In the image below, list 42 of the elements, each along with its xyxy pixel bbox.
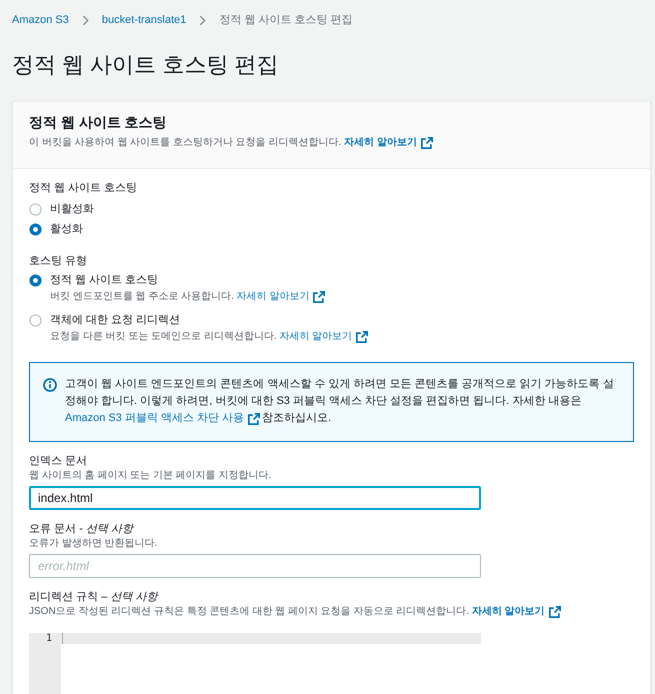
panel-description: 이 버킷을 사용하여 웹 사이트를 호스팅하거나 요청을 리디렉션합니다. 자세히 알아보기 [29,135,433,151]
field-label: 정적 웹 사이트 호스팅 [29,181,138,196]
page-title: 정적 웹 사이트 호스팅 편집 [12,51,278,79]
learn-more-link[interactable]: 자세히 알아보기 [472,605,561,619]
field-label: 리디렉션 규칙 – 선택 사항 [29,590,158,605]
learn-more-link[interactable]: 자세히 알아보기 [236,289,326,305]
text-input[interactable]: index.html [29,486,481,510]
external-link-icon [548,606,561,618]
field-label: 호스팅 유형 [29,254,88,269]
breadcrumb-link[interactable]: bucket-translate1 [102,11,186,29]
panel-title: 정적 웹 사이트 호스팅 [29,113,167,132]
breadcrumb-link[interactable]: Amazon S3 [12,11,69,29]
code-editor[interactable]: 1 [29,633,481,694]
external-link-icon [420,137,433,149]
external-link-icon [356,331,368,343]
field-description: JSON으로 작성된 리디렉션 규칙은 특정 콘텐츠에 대한 웹 페이지 요청을 자동으로 리디렉션합니다. 자세히 알아보기 [29,605,561,619]
external-link-icon [248,412,260,424]
option-description: 버킷 엔드포인트를 웹 주소로 사용합니다. 자세히 알아보기 [50,289,326,305]
radio-label[interactable]: 정적 웹 사이트 호스팅 [50,271,158,289]
info-icon [43,378,57,392]
breadcrumb-current: 정적 웹 사이트 호스팅 편집 [219,13,352,28]
chevron-right-icon [82,14,89,26]
field-description: 오류가 발생하면 반환됩니다. [29,537,158,551]
radio-label[interactable]: 객체에 대한 요청 리디렉션 [50,311,180,329]
field-label: 인덱스 문서 [29,454,88,469]
text-input[interactable]: error.html [29,554,481,578]
field-description: 웹 사이트의 홈 페이지 또는 기본 페이지를 지정합니다. [29,469,272,483]
line-number: 1 [46,633,52,644]
field-label: 오류 문서 - 선택 사항 [29,522,133,537]
radio-label[interactable]: 비활성화 [50,199,94,219]
radio-button[interactable] [29,274,42,286]
option-description: 요청을 다른 버킷 또는 도메인으로 리디렉션합니다. 자세히 알아보기 [50,329,368,345]
radio-button[interactable] [29,202,42,216]
chevron-right-icon [199,14,206,26]
info-message: 고객이 웹 사이트 엔드포인트의 콘텐츠에 액세스할 수 있게 하려면 모든 콘텐츠를 공개적으로 읽기 가능하도록 설정해야 합니다. 이렇게 하려면, 버킷에 대한 S3 퍼블릭 액세스 차단 설정을 편집하면 됩니다. 자세한 내용은 Amazon S3 퍼블릭 액세스 차단 사용 참조하십시오. [65,376,617,427]
learn-more-link[interactable]: 자세히 알아보기 [279,329,368,345]
radio-label[interactable]: 활성화 [50,219,83,239]
radio-button[interactable] [29,314,42,326]
learn-more-link[interactable]: 자세히 알아보기 [344,135,433,151]
info-link[interactable]: Amazon S3 퍼블릭 액세스 차단 사용 [65,410,260,427]
radio-button[interactable] [29,222,42,236]
external-link-icon [313,291,326,303]
